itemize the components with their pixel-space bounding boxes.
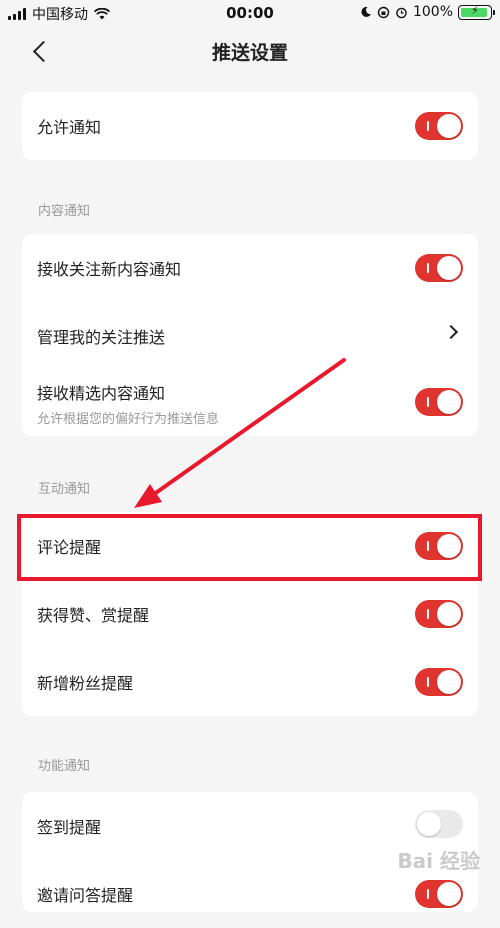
annotation-arrow [134,358,346,508]
watermark-logo: Bai 经验 [397,849,480,873]
